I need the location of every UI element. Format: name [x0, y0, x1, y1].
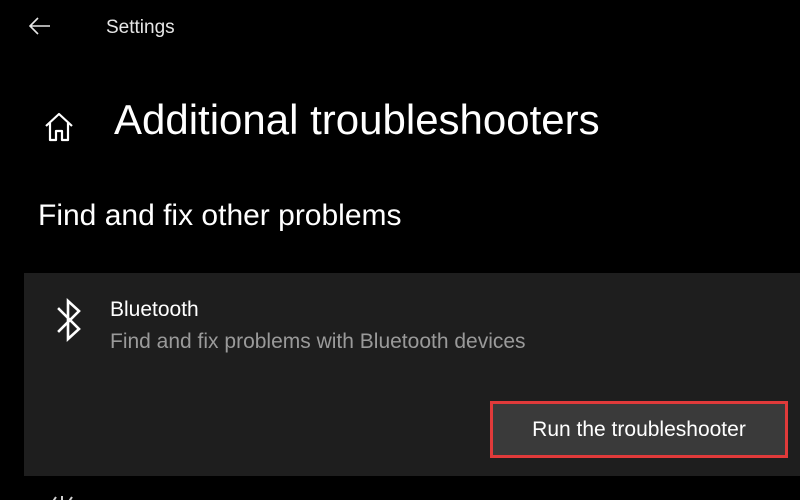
- run-troubleshooter-button[interactable]: Run the troubleshooter: [490, 401, 788, 458]
- troubleshooter-description: Find and fix problems with Bluetooth dev…: [110, 330, 526, 353]
- home-button[interactable]: [42, 110, 76, 144]
- next-troubleshooter-icon: [48, 490, 78, 500]
- back-arrow-icon: [29, 17, 50, 35]
- troubleshooter-title: Bluetooth: [110, 298, 199, 321]
- home-icon: [45, 112, 73, 142]
- back-button[interactable]: [24, 10, 56, 42]
- troubleshooter-item-bluetooth[interactable]: Bluetooth Find and fix problems with Blu…: [24, 273, 800, 476]
- bluetooth-icon: [53, 297, 85, 343]
- section-heading: Find and fix other problems: [38, 199, 402, 232]
- page-title: Additional troubleshooters: [114, 96, 600, 143]
- window-title: Settings: [106, 17, 175, 38]
